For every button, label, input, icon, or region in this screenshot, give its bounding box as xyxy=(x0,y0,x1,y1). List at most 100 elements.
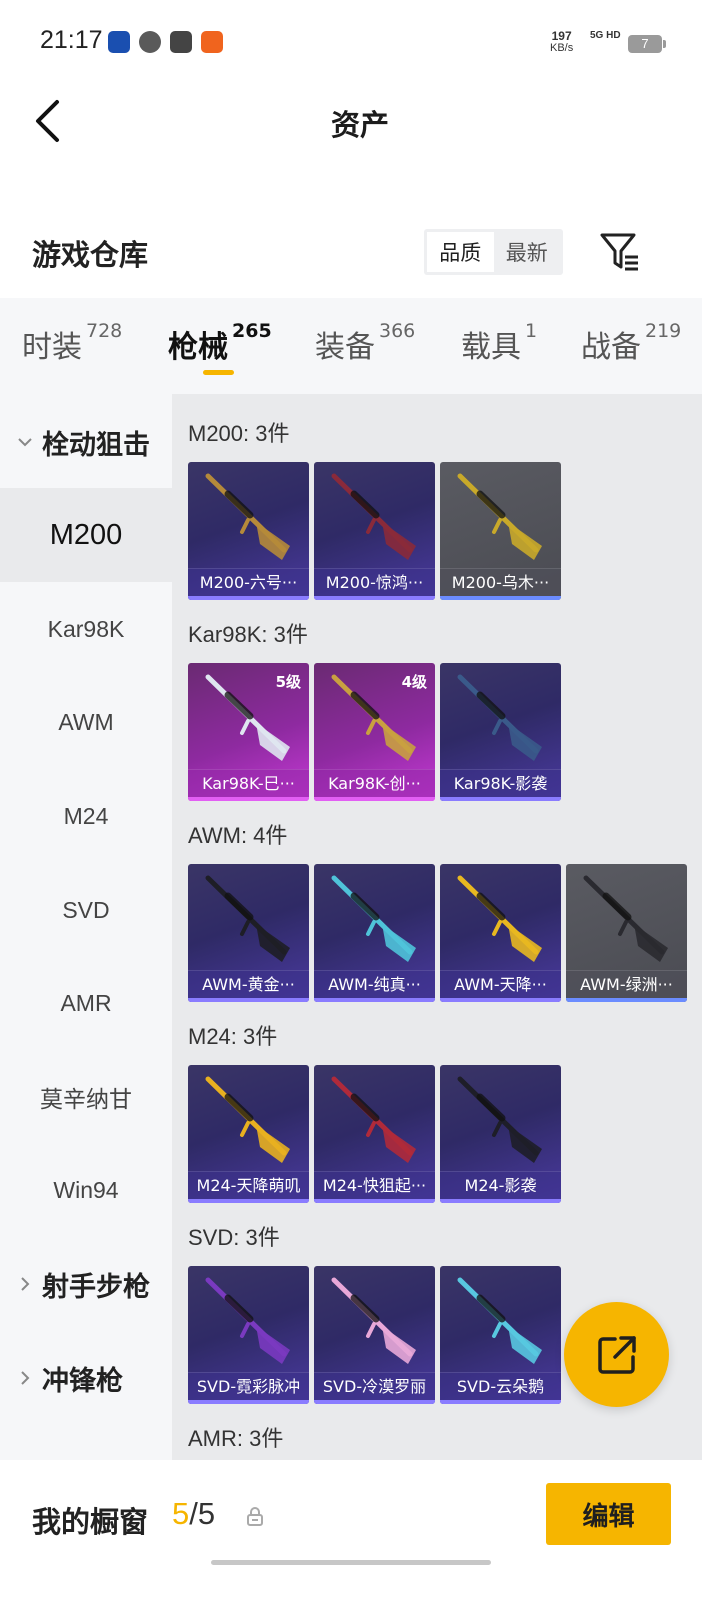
sidebar-item-win94[interactable]: Win94 xyxy=(0,1143,172,1237)
level-badge: 4级 xyxy=(401,673,427,691)
net-speed-value: 197 xyxy=(551,29,572,43)
chevron-down-icon xyxy=(14,431,36,453)
share-button[interactable] xyxy=(564,1302,669,1407)
sidebar-group-smg[interactable]: 冲锋枪 xyxy=(0,1331,172,1425)
tab-count: 265 xyxy=(232,320,272,342)
tab-supplies[interactable]: 战备 219 xyxy=(581,320,682,366)
sidebar-item-m24[interactable]: M24 xyxy=(0,769,172,863)
weapon-group-title: M200: 3件 xyxy=(188,421,290,446)
sidebar-item-svd[interactable]: SVD xyxy=(0,863,172,957)
rarity-bar xyxy=(314,1400,435,1404)
weapon-skin-name: SVD-冷漠罗丽 xyxy=(314,1372,435,1400)
weapon-skin-name: M200-惊鸿··· xyxy=(314,568,435,596)
showcase-current: 5 xyxy=(172,1496,190,1531)
weapon-skin-name: Kar98K-巳··· xyxy=(188,769,309,797)
filter-icon xyxy=(600,233,638,271)
weapon-skin-card[interactable]: AWM-纯真··· xyxy=(314,864,435,1002)
rifle-icon xyxy=(205,473,290,560)
rarity-bar xyxy=(440,596,561,600)
status-time: 21:17 xyxy=(40,26,103,54)
weapon-skin-card[interactable]: SVD-云朵鹅 xyxy=(440,1266,561,1404)
sidebar-item-amr[interactable]: AMR xyxy=(0,956,172,1050)
level-badge: 5级 xyxy=(275,673,301,691)
weapon-skin-card[interactable]: M200-六号··· xyxy=(188,462,309,600)
tab-count: 1 xyxy=(525,320,538,342)
weapon-group-title: Kar98K: 3件 xyxy=(188,622,308,647)
weapon-skin-name: Kar98K-影袭 xyxy=(440,769,561,797)
weapon-list[interactable]: M200: 3件 M200-六号··· M200-惊鸿··· M200-乌木··· Ka… xyxy=(172,394,702,1460)
rarity-bar xyxy=(440,1400,561,1404)
rarity-bar xyxy=(314,998,435,1002)
rifle-icon xyxy=(457,875,542,962)
weapon-skin-card[interactable]: SVD-霓彩脉冲 xyxy=(188,1266,309,1404)
rarity-bar xyxy=(188,998,309,1002)
rarity-bar xyxy=(314,1199,435,1203)
chevron-right-icon xyxy=(14,1367,36,1389)
weapon-skin-card[interactable]: M200-乌木··· xyxy=(440,462,561,600)
rifle-icon xyxy=(457,674,542,761)
showcase-bar: 我的橱窗 5/5 编辑 xyxy=(0,1460,720,1608)
weapon-skin-card[interactable]: AWM-天降··· xyxy=(440,864,561,1002)
tab-vehicles[interactable]: 载具 1 xyxy=(461,320,538,366)
rifle-icon xyxy=(331,473,416,560)
weapon-skin-name: M200-六号··· xyxy=(188,568,309,596)
sidebar-item-m200[interactable]: M200 xyxy=(0,488,172,582)
tab-equipment[interactable]: 装备 366 xyxy=(315,320,416,366)
tab-fashion[interactable]: 时装 728 xyxy=(22,320,122,366)
weapon-skin-card[interactable]: Kar98K-影袭 xyxy=(440,663,561,801)
rifle-icon xyxy=(331,1076,416,1163)
weapon-skin-name: M200-乌木··· xyxy=(440,568,561,596)
status-network: 5G HD xyxy=(590,30,621,41)
category-tabs: 时装 728 枪械 265 装备 366 载具 1 战备 219 xyxy=(0,298,702,394)
share-export-icon xyxy=(597,1335,636,1374)
filter-button[interactable] xyxy=(598,230,642,274)
tab-label: 战备 xyxy=(581,330,641,365)
showcase-separator: / xyxy=(189,1496,198,1531)
sidebar-item-awm[interactable]: AWM xyxy=(0,675,172,769)
home-indicator[interactable] xyxy=(211,1560,491,1565)
weapon-group-title: AMR: 3件 xyxy=(188,1426,284,1451)
weapon-skin-card[interactable]: AWM-绿洲··· xyxy=(566,864,687,1002)
weapon-skin-card[interactable]: M24-天降萌叽 xyxy=(188,1065,309,1203)
rifle-icon xyxy=(205,1277,290,1364)
rifle-icon xyxy=(205,875,290,962)
weapon-group-title: AWM: 4件 xyxy=(188,823,288,848)
app-icon-orange xyxy=(201,31,223,53)
weapon-skin-card[interactable]: AWM-黄金··· xyxy=(188,864,309,1002)
weapon-skin-card[interactable]: M200-惊鸿··· xyxy=(314,462,435,600)
sort-option-quality[interactable]: 品质 xyxy=(427,232,494,272)
tab-label: 时装 xyxy=(22,330,82,365)
app-icon-blue xyxy=(108,31,130,53)
sidebar-item-kar98k[interactable]: Kar98K xyxy=(0,582,172,676)
weapon-skin-name: M24-天降萌叽 xyxy=(188,1171,309,1199)
weapon-skin-name: SVD-云朵鹅 xyxy=(440,1372,561,1400)
rifle-icon xyxy=(457,473,542,560)
weapon-skin-name: SVD-霓彩脉冲 xyxy=(188,1372,309,1400)
weapon-skin-name: AWM-黄金··· xyxy=(188,970,309,998)
weapon-skin-card[interactable]: 5级 Kar98K-巳··· xyxy=(188,663,309,801)
app-icon-swirl xyxy=(139,31,161,53)
weapon-skin-card[interactable]: M24-快狙起··· xyxy=(314,1065,435,1203)
weapon-skin-card[interactable]: SVD-冷漠罗丽 xyxy=(314,1266,435,1404)
weapon-skin-card[interactable]: M24-影袭 xyxy=(440,1065,561,1203)
tab-count: 219 xyxy=(645,320,682,342)
weapon-skin-name: M24-影袭 xyxy=(440,1171,561,1199)
rarity-bar xyxy=(440,1199,561,1203)
weapon-skin-card[interactable]: 4级 Kar98K-创··· xyxy=(314,663,435,801)
showcase-total: 5 xyxy=(197,1496,216,1531)
tab-count: 366 xyxy=(379,320,416,342)
tab-label: 装备 xyxy=(315,330,375,365)
sidebar-group-label: 冲锋枪 xyxy=(42,1365,123,1397)
status-bar: 21:17 197 KB/s 5G HD 7 xyxy=(0,0,720,88)
sort-toggle: 品质 最新 xyxy=(424,229,563,275)
tab-guns[interactable]: 枪械 265 xyxy=(168,320,272,366)
weapon-skin-name: M24-快狙起··· xyxy=(314,1171,435,1199)
sidebar-item-mosin[interactable]: 莫辛纳甘 xyxy=(0,1050,172,1144)
rarity-bar xyxy=(188,1199,309,1203)
tab-label: 枪械 xyxy=(168,330,228,365)
sidebar-group-marksman[interactable]: 射手步枪 xyxy=(0,1237,172,1331)
sidebar-group-bolt-action[interactable]: 栓动狙击 xyxy=(0,395,172,489)
edit-button[interactable]: 编辑 xyxy=(546,1483,671,1545)
sort-option-newest[interactable]: 最新 xyxy=(494,232,561,272)
sidebar-group-label: 栓动狙击 xyxy=(42,429,150,461)
